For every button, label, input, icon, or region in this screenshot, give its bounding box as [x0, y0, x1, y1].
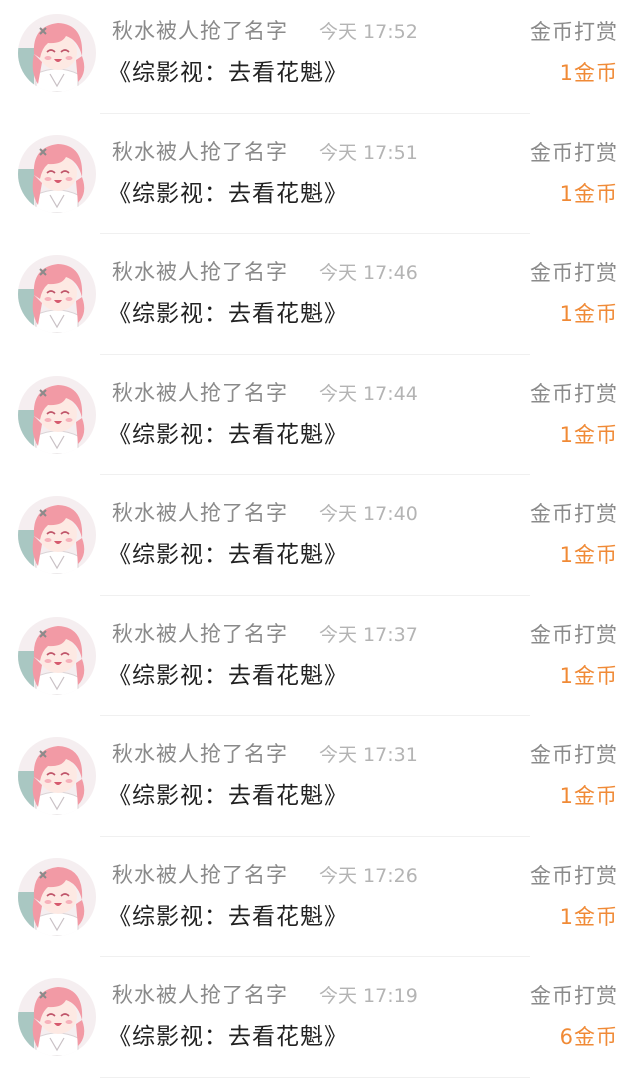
- reward-record-row[interactable]: 秋水被人抢了名字 今天 17:26 《综影视：去看花魁》 金币打赏 1金币: [0, 844, 640, 965]
- pink-hair-anime-girl-avatar-icon: [18, 255, 96, 333]
- row-divider: [100, 112, 530, 114]
- reward-amount: 6金币: [559, 1025, 618, 1049]
- book-title[interactable]: 《综影视：去看花魁》: [108, 1019, 348, 1055]
- user-name[interactable]: 秋水被人抢了名字: [112, 255, 288, 289]
- pink-hair-anime-girl-avatar-icon: [18, 496, 96, 574]
- row-divider: [100, 594, 530, 596]
- user-name[interactable]: 秋水被人抢了名字: [112, 135, 288, 169]
- row-divider: [100, 956, 530, 957]
- reward-time: 今天 17:19: [319, 985, 418, 1007]
- reward-record-row[interactable]: 秋水被人抢了名字 今天 17:40 《综影视：去看花魁》 金币打赏 1金币: [0, 482, 640, 603]
- reward-time: 今天 17:52: [319, 21, 418, 43]
- pink-hair-anime-girl-avatar-icon: [18, 14, 96, 92]
- reward-record-row[interactable]: 秋水被人抢了名字 今天 17:52 《综影视：去看花魁》 金币打赏 1金币: [0, 0, 640, 121]
- user-avatar[interactable]: [18, 375, 96, 454]
- book-title[interactable]: 《综影视：去看花魁》: [108, 537, 348, 573]
- row-divider: [100, 353, 530, 355]
- reward-record-row[interactable]: 秋水被人抢了名字 今天 17:31 《综影视：去看花魁》 金币打赏 1金币: [0, 723, 640, 844]
- user-avatar[interactable]: [18, 978, 96, 1056]
- book-title[interactable]: 《综影视：去看花魁》: [108, 55, 348, 91]
- reward-record-row[interactable]: 秋水被人抢了名字 今天 17:46 《综影视：去看花魁》 金币打赏 1金币: [0, 241, 640, 362]
- reward-time: 今天 17:31: [319, 744, 418, 766]
- book-title[interactable]: 《综影视：去看花魁》: [108, 176, 348, 212]
- book-title[interactable]: 《综影视：去看花魁》: [108, 417, 348, 453]
- pink-hair-anime-girl-avatar-icon: [18, 737, 96, 815]
- user-name[interactable]: 秋水被人抢了名字: [112, 14, 288, 48]
- user-avatar[interactable]: [18, 255, 96, 333]
- book-title[interactable]: 《综影视：去看花魁》: [108, 899, 348, 935]
- reward-type: 金币打赏: [530, 140, 618, 165]
- user-name[interactable]: 秋水被人抢了名字: [112, 617, 288, 651]
- pink-hair-anime-girl-avatar-icon: [18, 616, 96, 695]
- reward-type: 金币打赏: [530, 984, 618, 1008]
- reward-time: 今天 17:51: [319, 141, 418, 164]
- user-name[interactable]: 秋水被人抢了名字: [112, 496, 288, 530]
- reward-amount: 1金币: [559, 181, 618, 206]
- book-title[interactable]: 《综影视：去看花魁》: [108, 658, 348, 694]
- user-name[interactable]: 秋水被人抢了名字: [112, 737, 288, 771]
- reward-amount: 1金币: [559, 302, 618, 326]
- reward-time: 今天 17:44: [319, 382, 418, 405]
- reward-time: 今天 17:26: [319, 864, 418, 887]
- user-avatar[interactable]: [18, 134, 96, 213]
- reward-type: 金币打赏: [530, 622, 618, 647]
- user-name[interactable]: 秋水被人抢了名字: [112, 376, 288, 410]
- reward-record-row[interactable]: 秋水被人抢了名字 今天 17:44 《综影视：去看花魁》 金币打赏 1金币: [0, 362, 640, 483]
- reward-type: 金币打赏: [530, 863, 618, 888]
- row-divider: [100, 474, 530, 475]
- reward-type: 金币打赏: [530, 743, 618, 767]
- pink-hair-anime-girl-avatar-icon: [18, 375, 96, 454]
- reward-type: 金币打赏: [530, 381, 618, 406]
- reward-record-row[interactable]: 秋水被人抢了名字 今天 17:51 《综影视：去看花魁》 金币打赏 1金币: [0, 121, 640, 242]
- row-divider: [100, 1076, 530, 1078]
- reward-time: 今天 17:40: [319, 503, 418, 525]
- pink-hair-anime-girl-avatar-icon: [18, 978, 96, 1056]
- user-name[interactable]: 秋水被人抢了名字: [112, 858, 288, 892]
- user-avatar[interactable]: [18, 737, 96, 815]
- reward-type: 金币打赏: [530, 502, 618, 526]
- pink-hair-anime-girl-avatar-icon: [18, 857, 96, 936]
- reward-amount: 1金币: [559, 663, 618, 688]
- reward-amount: 1金币: [559, 784, 618, 808]
- book-title[interactable]: 《综影视：去看花魁》: [108, 296, 348, 332]
- reward-amount: 1金币: [559, 543, 618, 567]
- reward-record-list: 秋水被人抢了名字 今天 17:52 《综影视：去看花魁》 金币打赏 1金币 秋水…: [0, 0, 640, 1085]
- user-avatar[interactable]: [18, 616, 96, 695]
- reward-amount: 1金币: [559, 61, 618, 85]
- pink-hair-anime-girl-avatar-icon: [18, 134, 96, 213]
- reward-amount: 1金币: [559, 904, 618, 929]
- row-divider: [100, 715, 530, 716]
- user-name[interactable]: 秋水被人抢了名字: [112, 978, 288, 1012]
- row-divider: [100, 835, 530, 837]
- reward-record-row[interactable]: 秋水被人抢了名字 今天 17:37 《综影视：去看花魁》 金币打赏 1金币: [0, 603, 640, 724]
- user-avatar[interactable]: [18, 496, 96, 574]
- reward-record-row[interactable]: 秋水被人抢了名字 今天 17:19 《综影视：去看花魁》 金币打赏 6金币: [0, 964, 640, 1085]
- user-avatar[interactable]: [18, 14, 96, 92]
- reward-time: 今天 17:37: [319, 623, 418, 646]
- reward-time: 今天 17:46: [319, 262, 418, 284]
- user-avatar[interactable]: [18, 857, 96, 936]
- row-divider: [100, 233, 530, 234]
- reward-type: 金币打赏: [530, 261, 618, 285]
- reward-type: 金币打赏: [530, 20, 618, 44]
- reward-amount: 1金币: [559, 422, 618, 447]
- book-title[interactable]: 《综影视：去看花魁》: [108, 778, 348, 814]
